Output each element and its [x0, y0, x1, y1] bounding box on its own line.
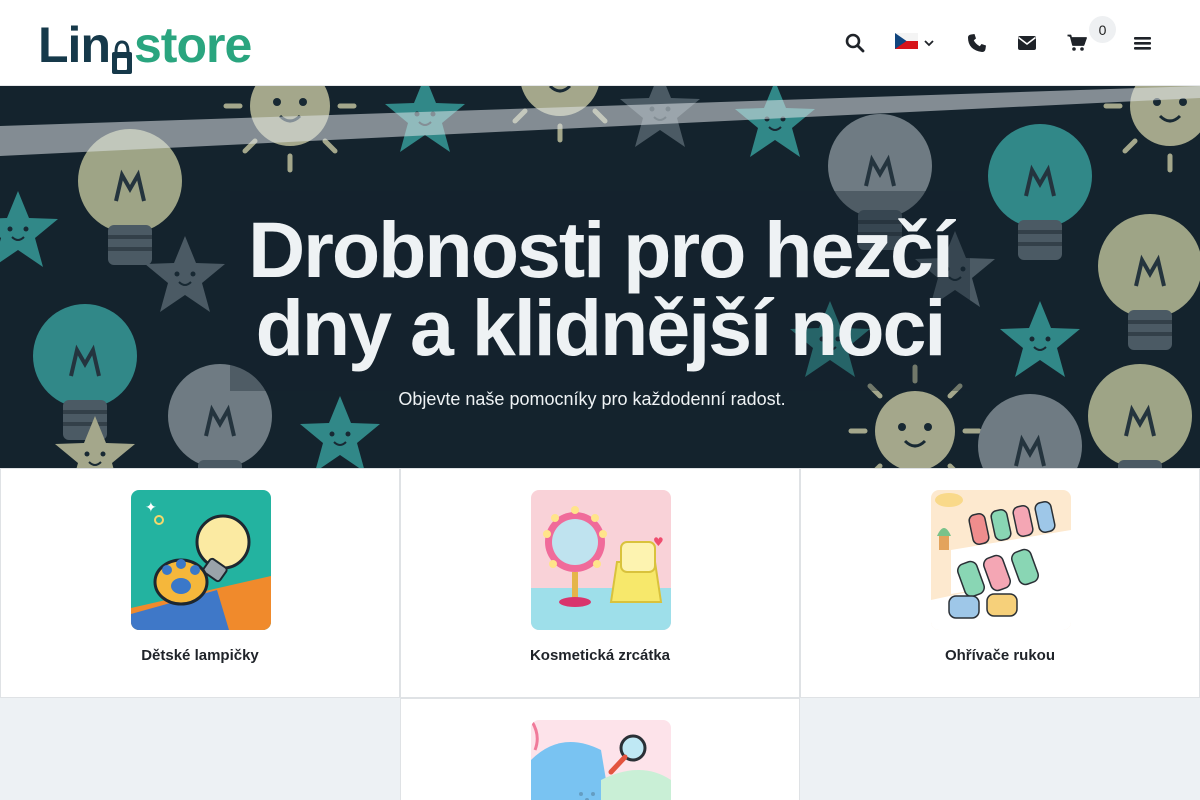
svg-text:✦: ✦ — [145, 500, 157, 516]
chevron-down-icon — [924, 34, 934, 52]
logo-text-part2: n — [80, 17, 111, 73]
category-label: Ohřívače rukou — [944, 647, 1056, 664]
hero-banner: Drobnosti pro hezčí dny a klidnější noci… — [0, 86, 1200, 468]
phone-icon[interactable] — [964, 30, 990, 56]
category-card-hand-warmers[interactable]: Ohřívače rukou — [800, 468, 1200, 698]
flag-cz-icon — [895, 32, 918, 54]
category-card-lamps[interactable]: ✦ Dětské lampičky — [0, 468, 400, 698]
hero-title-line1: Drobnosti pro hezčí — [248, 205, 954, 294]
logo-text-part3: store — [133, 17, 252, 73]
category-image-hand-warmers — [931, 490, 1071, 630]
grid-filler-left — [0, 698, 400, 800]
hero-title: Drobnosti pro hezčí dny a klidnější noci — [0, 205, 1200, 372]
category-card-4[interactable] — [400, 698, 800, 800]
envelope-icon[interactable] — [1014, 30, 1040, 56]
hero-subtitle: Objevte naše pomocníky pro každodenní ra… — [398, 389, 786, 409]
site-header: Li n store 0 — [0, 0, 1200, 86]
category-grid: ✦ Dětské lampičky ♥ Kosmetická zrcátka O… — [0, 468, 1200, 800]
cart-icon[interactable] — [1064, 30, 1090, 56]
hamburger-menu-icon[interactable] — [1130, 30, 1156, 56]
logo: Li n store — [38, 17, 252, 74]
category-card-mirrors[interactable]: ♥ Kosmetická zrcátka — [400, 468, 800, 698]
category-image-4 — [531, 720, 671, 800]
shopping-bag-icon — [111, 32, 133, 74]
cart-count-badge: 0 — [1089, 16, 1116, 43]
language-selector[interactable] — [895, 32, 937, 54]
hero-title-line2: dny a klidnější noci — [255, 283, 947, 372]
svg-text:♥: ♥ — [653, 535, 664, 549]
grid-filler-right — [800, 698, 1200, 800]
category-image-mirrors: ♥ — [531, 490, 671, 630]
search-icon[interactable] — [842, 30, 868, 56]
category-label: Kosmetická zrcátka — [529, 647, 671, 664]
logo-link[interactable]: Li n store — [38, 14, 252, 74]
category-label: Dětské lampičky — [141, 647, 259, 664]
category-image-lamps: ✦ — [131, 490, 271, 630]
logo-text-part1: Li — [38, 17, 81, 73]
